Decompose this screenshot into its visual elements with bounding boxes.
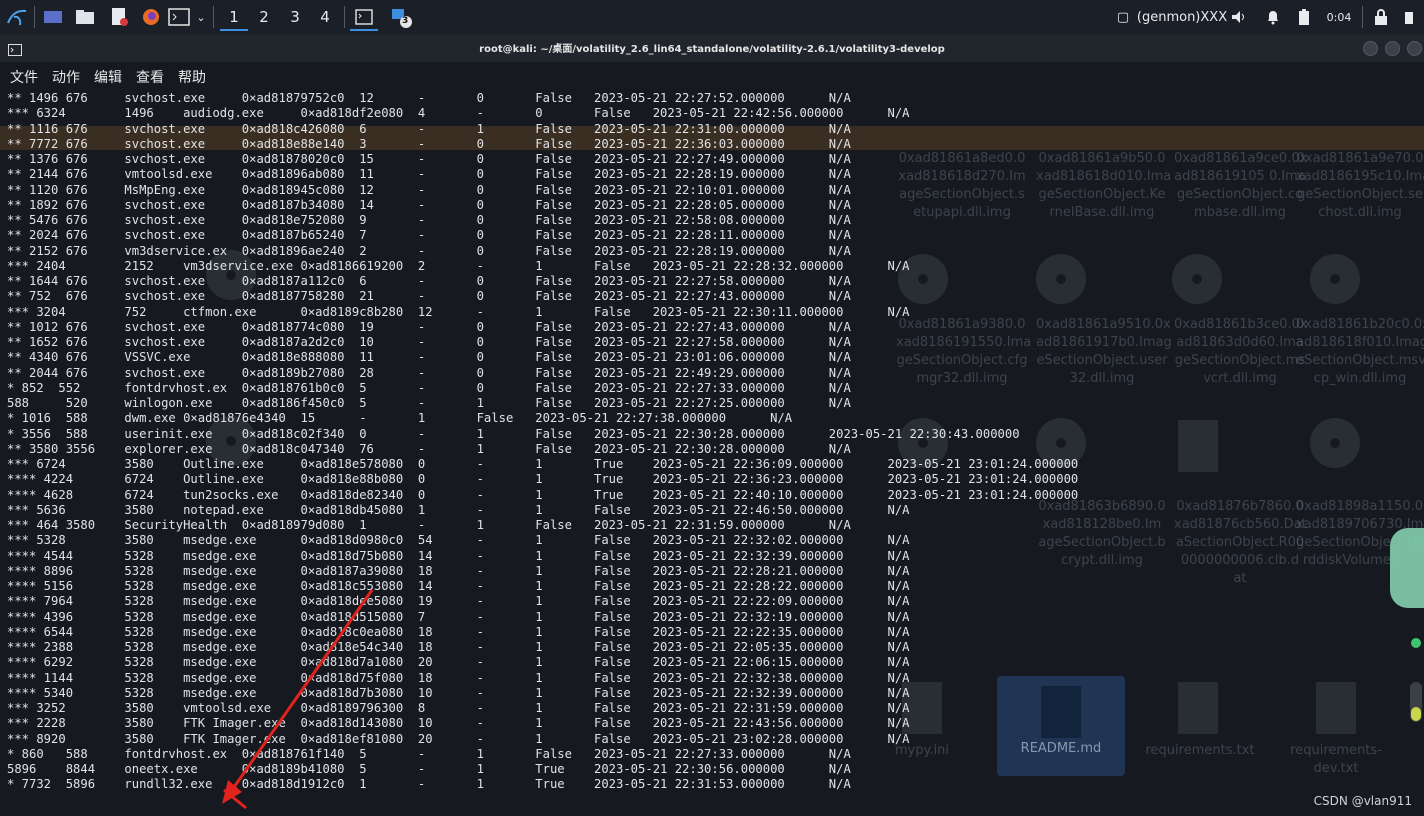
close-button[interactable] [1407, 41, 1422, 56]
logout-icon[interactable] [1398, 5, 1420, 29]
display-icon[interactable]: ▢ [1112, 5, 1134, 29]
workspace-4[interactable]: 4 [311, 5, 339, 29]
show-desktop-icon[interactable] [40, 5, 66, 29]
side-slider[interactable] [1410, 682, 1422, 722]
genmon-label[interactable]: (genmon)XXX [1137, 5, 1227, 29]
top-panel: ⌄ 1 2 3 4 3 ▢ (genmon)XXX 0:04 [0, 0, 1424, 34]
menu-file[interactable]: 文件 [10, 67, 38, 87]
menu-help[interactable]: 帮助 [178, 67, 206, 87]
workspace-3[interactable]: 3 [281, 5, 309, 29]
chevron-down-icon[interactable]: ⌄ [194, 5, 208, 29]
clock[interactable]: 0:04 [1322, 5, 1356, 29]
volume-icon[interactable] [1228, 5, 1250, 29]
text-editor-icon[interactable] [106, 5, 132, 29]
workspace-1[interactable]: 1 [220, 5, 248, 31]
maximize-button[interactable] [1385, 41, 1400, 56]
taskbar-window-group-icon[interactable]: 3 [388, 5, 416, 29]
menu-edit[interactable]: 编辑 [94, 67, 122, 87]
terminal-launcher-icon[interactable] [166, 5, 192, 29]
status-dot [1411, 638, 1421, 648]
red-annotation-arrow [222, 589, 374, 810]
kali-menu-icon[interactable] [4, 5, 30, 29]
notification-bell-icon[interactable] [1262, 5, 1284, 29]
file-manager-icon[interactable] [72, 5, 98, 29]
minimize-button[interactable] [1363, 41, 1378, 56]
menu-bar: 文件 动作 编辑 查看 帮助 [0, 62, 1424, 90]
taskbar-terminal-window[interactable] [350, 5, 378, 31]
terminal-output[interactable]: 0xad81861a8ed0.0 xad818618d270.Im ageSec… [0, 90, 1424, 816]
menu-view[interactable]: 查看 [136, 67, 164, 87]
watermark: CSDN @vlan911 [1313, 794, 1412, 808]
lock-icon[interactable] [1370, 5, 1392, 29]
floating-assistant-icon[interactable] [1390, 528, 1424, 608]
battery-icon[interactable] [1294, 5, 1314, 29]
terminal-titlebar[interactable]: root@kali: ~/桌面/volatility_2.6_lin64_sta… [0, 34, 1424, 62]
firefox-icon[interactable] [138, 5, 164, 29]
menu-action[interactable]: 动作 [52, 67, 80, 87]
workspace-2[interactable]: 2 [250, 5, 278, 29]
window-count-badge: 3 [402, 16, 409, 26]
window-title: root@kali: ~/桌面/volatility_2.6_lin64_sta… [479, 44, 945, 55]
